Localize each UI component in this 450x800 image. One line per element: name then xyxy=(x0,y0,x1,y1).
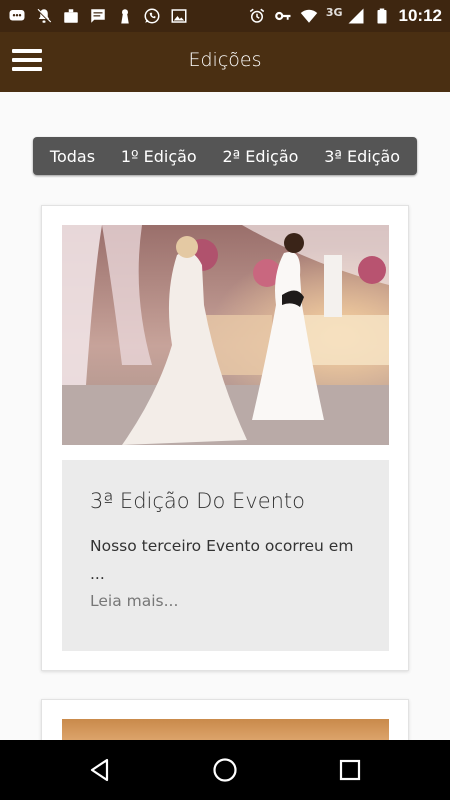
page-title: Edições xyxy=(188,49,262,71)
post-card[interactable]: 3ª Edição Do Evento Nosso terceiro Event… xyxy=(41,205,409,671)
app-bar: Edições xyxy=(0,32,450,92)
filter-edition-3[interactable]: 3ª Edição xyxy=(324,147,400,166)
brides-wedding-dresses-photo[interactable] xyxy=(62,225,389,445)
alarm-icon xyxy=(248,7,266,25)
home-icon[interactable] xyxy=(211,756,239,784)
clock: 10:12 xyxy=(398,6,442,25)
filter-edition-2[interactable]: 2ª Edição xyxy=(223,147,299,166)
store-icon xyxy=(62,7,80,25)
signal-icon xyxy=(347,7,365,25)
filter-edition-1[interactable]: 1º Edição xyxy=(121,147,197,166)
post-card-body: 3ª Edição Do Evento Nosso terceiro Event… xyxy=(62,460,389,651)
wifi-icon xyxy=(300,7,318,25)
mute-icon xyxy=(35,7,53,25)
whatsapp-icon xyxy=(143,7,161,25)
status-bar: 3G 10:12 xyxy=(0,0,450,32)
filter-all[interactable]: Todas xyxy=(50,147,95,166)
keyhole-icon xyxy=(116,7,134,25)
chat-icon xyxy=(8,7,26,25)
message-icon xyxy=(89,7,107,25)
post-title[interactable]: 3ª Edição Do Evento xyxy=(90,486,361,516)
edition-filter-bar: Todas 1º Edição 2ª Edição 3ª Edição xyxy=(33,137,417,175)
recents-icon[interactable] xyxy=(336,756,364,784)
post-excerpt: Nosso terceiro Evento ocorreu em ... xyxy=(90,537,354,583)
read-more-link[interactable]: Leia mais... xyxy=(90,588,361,614)
system-nav-bar xyxy=(0,740,450,800)
key-icon xyxy=(274,7,292,25)
network-type: 3G xyxy=(325,5,343,19)
back-icon[interactable] xyxy=(86,756,114,784)
battery-icon xyxy=(373,7,391,25)
image-icon xyxy=(170,7,188,25)
